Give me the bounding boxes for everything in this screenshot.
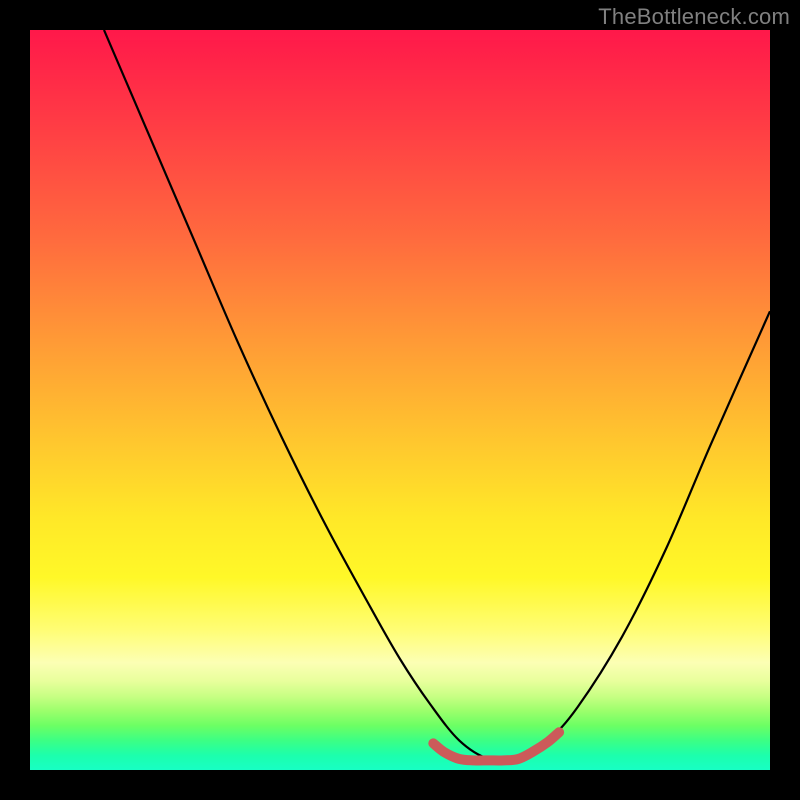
chart-frame: TheBottleneck.com	[0, 0, 800, 800]
watermark-label: TheBottleneck.com	[598, 4, 790, 30]
main-curve	[104, 30, 770, 761]
curve-svg	[30, 30, 770, 770]
highlight-segment	[433, 732, 559, 760]
plot-area	[30, 30, 770, 770]
